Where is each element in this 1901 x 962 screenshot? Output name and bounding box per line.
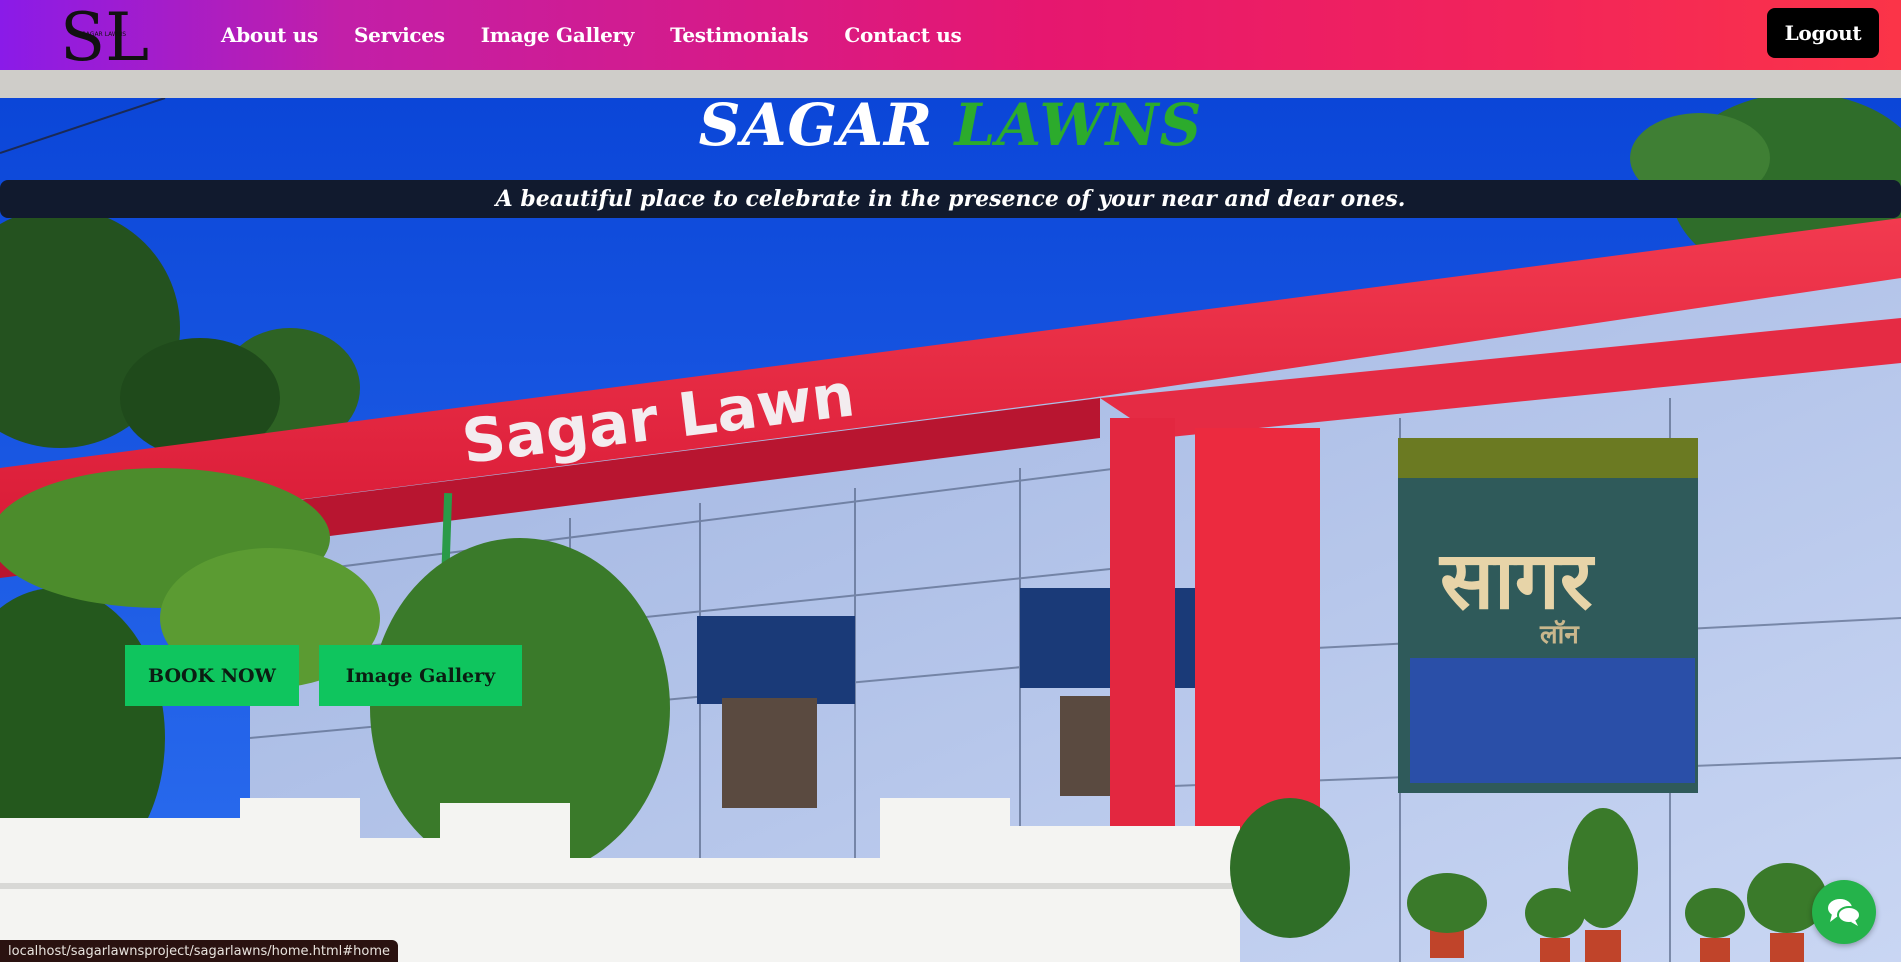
hero-background-image: Sagar Lawn सागर लॉन [0,98,1901,962]
image-gallery-button[interactable]: Image Gallery [319,645,522,706]
sagar-lawns-logo[interactable]: SL SAGAR LAWNS [56,2,152,66]
logo-text: SAGAR LAWNS [82,31,126,38]
book-now-button[interactable]: BOOK NOW [125,645,299,706]
hero-title-sagar: SAGAR [698,98,934,159]
tagline-text: A beautiful place to celebrate in the pr… [495,186,1406,212]
top-navbar: SL SAGAR LAWNS About us Services Image G… [0,0,1901,70]
nav-link-services[interactable]: Services [354,23,445,47]
hero-section: Sagar Lawn सागर लॉन SAGAR LAWNS A beauti… [0,98,1901,962]
browser-status-url: localhost/sagarlawnsproject/sagarlawns/h… [0,940,399,962]
chat-bubbles-icon [1828,899,1861,926]
hero-title: SAGAR LAWNS [0,98,1901,160]
logout-button[interactable]: Logout [1767,8,1879,58]
nav-link-image-gallery[interactable]: Image Gallery [481,23,635,47]
chat-button[interactable] [1812,880,1876,944]
nav-link-testimonials[interactable]: Testimonials [670,23,809,47]
hero-title-lawns: LAWNS [954,98,1203,159]
nav-link-contact[interactable]: Contact us [844,23,961,47]
nav-links: About us Services Image Gallery Testimon… [221,0,998,70]
nav-link-about[interactable]: About us [221,23,318,47]
tagline-banner: A beautiful place to celebrate in the pr… [0,180,1901,218]
nav-divider-strip [0,70,1901,98]
hindi-sign-sub: लॉन [1539,619,1580,650]
hindi-sign-main: सागर [1438,534,1596,627]
